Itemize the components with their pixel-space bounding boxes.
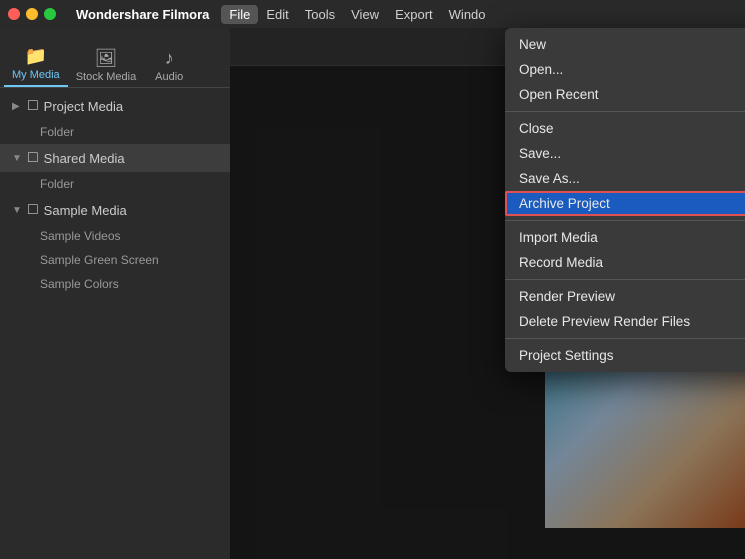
menu-item-project-settings[interactable]: Project Settings bbox=[505, 343, 745, 368]
separator-1 bbox=[505, 111, 745, 112]
menu-item-project-settings-label: Project Settings bbox=[519, 348, 614, 363]
tab-stock-media-label: Stock Media bbox=[76, 71, 137, 83]
menu-item-render-preview-label: Render Preview bbox=[519, 289, 615, 304]
chevron-icon-sample: ▼ bbox=[12, 205, 22, 216]
menu-item-save-as-label: Save As... bbox=[519, 171, 580, 186]
menu-item-new-label: New bbox=[519, 37, 546, 52]
sample-media-label: Sample Media bbox=[44, 203, 127, 218]
sidebar-item-sample-videos[interactable]: Sample Videos bbox=[0, 224, 230, 248]
close-button[interactable] bbox=[8, 8, 20, 20]
tab-my-media[interactable]: 📁 My Media bbox=[4, 42, 68, 87]
chevron-icon: ▶ bbox=[12, 101, 22, 112]
file-dropdown-menu: New › Open... ⌘O Open Recent › Close ⌘W bbox=[505, 28, 745, 372]
menu-item-new[interactable]: New › bbox=[505, 32, 745, 57]
sidebar-item-sample-colors[interactable]: Sample Colors bbox=[0, 272, 230, 296]
menu-item-save[interactable]: Save... ⌘S bbox=[505, 141, 745, 166]
project-media-label: Project Media bbox=[44, 99, 123, 114]
stock-media-icon: 🖼 bbox=[95, 48, 118, 69]
menu-tools[interactable]: Tools bbox=[297, 5, 343, 24]
menu-item-open-recent-label: Open Recent bbox=[519, 87, 599, 102]
sidebar-item-folder-2[interactable]: Folder bbox=[0, 172, 230, 196]
menu-item-open-recent[interactable]: Open Recent › bbox=[505, 82, 745, 107]
sample-green-screen-label: Sample Green Screen bbox=[40, 253, 159, 267]
folder-icon: □ bbox=[28, 97, 38, 115]
folder-icon-sample: □ bbox=[28, 201, 38, 219]
tab-audio[interactable]: ♪ Audio bbox=[144, 44, 194, 87]
my-media-icon: 📁 bbox=[25, 46, 47, 67]
tab-my-media-label: My Media bbox=[12, 69, 60, 81]
menu-item-save-as[interactable]: Save As... ⇧⌘S bbox=[505, 166, 745, 191]
menu-item-archive-label: Archive Project bbox=[519, 196, 610, 211]
tab-stock-media[interactable]: 🖼 Stock Media bbox=[68, 44, 145, 87]
main-area: 📁 My Media 🖼 Stock Media ♪ Audio ▶ □ Pro… bbox=[0, 28, 745, 559]
menu-item-open[interactable]: Open... ⌘O bbox=[505, 57, 745, 82]
sidebar-item-shared-media[interactable]: ▼ □ Shared Media bbox=[0, 144, 230, 172]
tabs-row: 📁 My Media 🖼 Stock Media ♪ Audio bbox=[0, 28, 230, 88]
menu-windo[interactable]: Windo bbox=[441, 5, 494, 24]
separator-3 bbox=[505, 279, 745, 280]
menu-item-save-label: Save... bbox=[519, 146, 561, 161]
content-area: plit Scre ord ✓ New › Open... ⌘O Open Re… bbox=[230, 28, 745, 559]
sample-videos-label: Sample Videos bbox=[40, 229, 121, 243]
shared-media-label: Shared Media bbox=[44, 151, 125, 166]
audio-icon: ♪ bbox=[165, 48, 174, 69]
menu-file[interactable]: File bbox=[221, 5, 258, 24]
sidebar-item-sample-green-screen[interactable]: Sample Green Screen bbox=[0, 248, 230, 272]
menu-item-delete-preview-label: Delete Preview Render Files bbox=[519, 314, 690, 329]
separator-2 bbox=[505, 220, 745, 221]
app-title: Wondershare Filmora bbox=[76, 7, 209, 22]
menu-edit[interactable]: Edit bbox=[258, 5, 296, 24]
menu-item-close-label: Close bbox=[519, 121, 554, 136]
menubar: Wondershare Filmora File Edit Tools View… bbox=[0, 0, 745, 28]
menu-item-delete-preview[interactable]: Delete Preview Render Files bbox=[505, 309, 745, 334]
menu-item-close[interactable]: Close ⌘W bbox=[505, 116, 745, 141]
menu-view[interactable]: View bbox=[343, 5, 387, 24]
separator-4 bbox=[505, 338, 745, 339]
traffic-lights bbox=[8, 8, 56, 20]
maximize-button[interactable] bbox=[44, 8, 56, 20]
sidebar-item-folder-1[interactable]: Folder bbox=[0, 120, 230, 144]
sidebar-item-sample-media[interactable]: ▼ □ Sample Media bbox=[0, 196, 230, 224]
sidebar: 📁 My Media 🖼 Stock Media ♪ Audio ▶ □ Pro… bbox=[0, 28, 230, 559]
sidebar-item-project-media[interactable]: ▶ □ Project Media bbox=[0, 92, 230, 120]
folder-sub-label-1: Folder bbox=[40, 125, 74, 139]
menu-item-record-media-label: Record Media bbox=[519, 255, 603, 270]
sample-colors-label: Sample Colors bbox=[40, 277, 119, 291]
chevron-icon-shared: ▼ bbox=[12, 153, 22, 164]
menu-item-import-media[interactable]: Import Media › bbox=[505, 225, 745, 250]
sidebar-tree: ▶ □ Project Media Folder ▼ □ Shared Medi… bbox=[0, 88, 230, 559]
menu-item-render-preview[interactable]: Render Preview bbox=[505, 284, 745, 309]
minimize-button[interactable] bbox=[26, 8, 38, 20]
menu-item-open-label: Open... bbox=[519, 62, 563, 77]
menu-export[interactable]: Export bbox=[387, 5, 441, 24]
folder-icon-shared: □ bbox=[28, 149, 38, 167]
menu-item-import-media-label: Import Media bbox=[519, 230, 598, 245]
menu-item-archive[interactable]: Archive Project ⇧⌘A bbox=[505, 191, 745, 216]
menu-item-record-media[interactable]: Record Media › bbox=[505, 250, 745, 275]
folder-sub-label-2: Folder bbox=[40, 177, 74, 191]
tab-audio-label: Audio bbox=[155, 71, 183, 83]
